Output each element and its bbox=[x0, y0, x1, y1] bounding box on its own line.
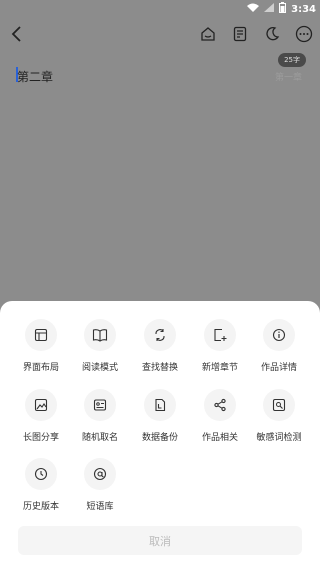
add-chapter-icon bbox=[214, 328, 227, 342]
option-history-versions[interactable]: 历史版本 bbox=[11, 458, 71, 512]
share-icon bbox=[214, 398, 226, 412]
info-icon bbox=[272, 328, 286, 342]
more-button[interactable] bbox=[294, 24, 314, 44]
more-options-sheet: 界面布局 阅读模式 查找替换 新增章节 作品详情 长图分享 随机取名 数据备份 … bbox=[0, 301, 320, 569]
option-random-name[interactable]: 随机取名 bbox=[70, 389, 130, 443]
image-icon bbox=[34, 398, 48, 412]
option-work-details[interactable]: 作品详情 bbox=[249, 319, 309, 373]
home-icon bbox=[201, 27, 215, 41]
option-label: 作品详情 bbox=[260, 363, 297, 373]
replace-icon bbox=[155, 329, 165, 341]
option-label: 敏感词检测 bbox=[256, 433, 302, 443]
chevron-left-icon bbox=[11, 26, 21, 42]
option-find-replace[interactable]: 查找替换 bbox=[130, 319, 190, 373]
option-label: 随机取名 bbox=[81, 433, 118, 443]
chapter-title[interactable]: 第二章 bbox=[17, 68, 53, 85]
option-read-mode[interactable]: 阅读模式 bbox=[70, 319, 130, 373]
option-label: 作品相关 bbox=[201, 433, 238, 443]
option-label: 界面布局 bbox=[22, 363, 59, 373]
more-icon bbox=[295, 25, 313, 43]
night-mode-button[interactable] bbox=[262, 24, 282, 44]
wifi-icon bbox=[247, 3, 260, 15]
document-icon bbox=[233, 26, 247, 42]
signal-icon bbox=[264, 3, 275, 15]
option-data-backup[interactable]: 数据备份 bbox=[130, 389, 190, 443]
editor-toolbar bbox=[0, 20, 320, 48]
option-label: 历史版本 bbox=[22, 502, 59, 512]
status-time: 3:34 bbox=[291, 3, 316, 15]
battery-icon bbox=[279, 2, 287, 16]
layout-icon bbox=[34, 328, 48, 342]
outline-button[interactable] bbox=[230, 24, 250, 44]
cancel-button[interactable]: 取消 bbox=[18, 526, 302, 555]
home-button[interactable] bbox=[198, 24, 218, 44]
option-add-chapter[interactable]: 新增章节 bbox=[190, 319, 250, 373]
word-count-badge: 25字 bbox=[278, 53, 306, 67]
at-icon bbox=[93, 467, 107, 481]
option-label: 阅读模式 bbox=[81, 363, 118, 373]
previous-chapter-hint: 第一章 bbox=[274, 73, 302, 83]
detect-icon bbox=[272, 398, 286, 412]
option-sensitive-word-check[interactable]: 敏感词检测 bbox=[249, 389, 309, 443]
id-card-icon bbox=[93, 399, 107, 411]
option-work-related[interactable]: 作品相关 bbox=[190, 389, 250, 443]
book-icon bbox=[92, 329, 108, 342]
moon-icon bbox=[266, 27, 280, 41]
clock-icon bbox=[34, 467, 48, 481]
option-phrase-library[interactable]: 短语库 bbox=[70, 458, 130, 512]
option-label: 查找替换 bbox=[141, 363, 178, 373]
option-label: 数据备份 bbox=[141, 433, 178, 443]
option-label: 长图分享 bbox=[22, 433, 59, 443]
backup-icon bbox=[155, 398, 166, 412]
option-long-image-share[interactable]: 长图分享 bbox=[11, 389, 71, 443]
status-bar: 3:34 bbox=[0, 0, 320, 16]
back-button[interactable] bbox=[8, 24, 28, 44]
option-label: 短语库 bbox=[86, 502, 114, 512]
option-label: 新增章节 bbox=[201, 363, 238, 373]
option-layout[interactable]: 界面布局 bbox=[11, 319, 71, 373]
